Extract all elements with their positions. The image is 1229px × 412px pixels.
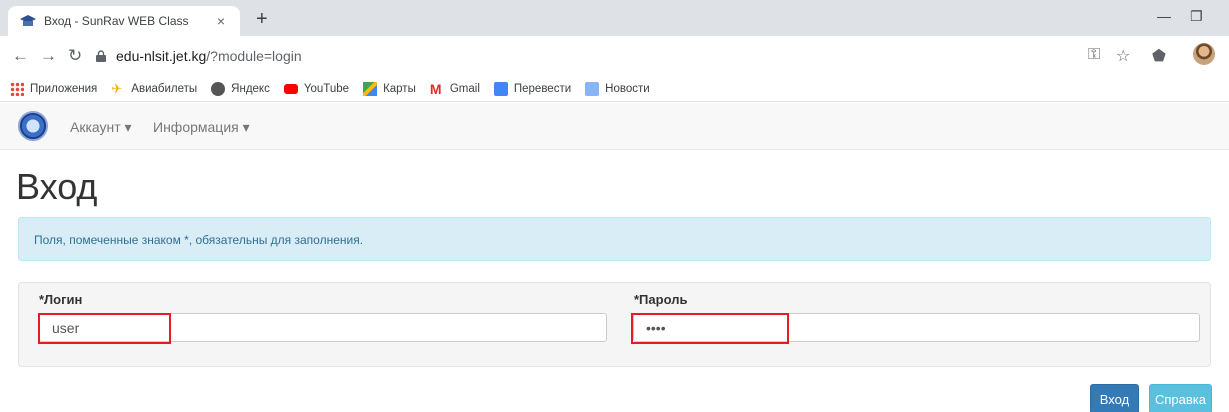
graduation-cap-icon — [20, 15, 36, 26]
bookmark-item[interactable]: YouTube — [283, 82, 350, 95]
gmail-icon: M — [429, 80, 442, 97]
bookmark-item[interactable]: Новости — [585, 81, 650, 96]
bookmark-item[interactable]: Карты — [363, 81, 416, 96]
url-host: edu-nlsit.jet.kg — [116, 48, 207, 64]
bookmark-item[interactable]: Яндекс — [211, 81, 270, 96]
lock-icon — [96, 50, 106, 62]
site-navbar: Аккаунт ▾ Информация ▾ — [0, 103, 1229, 150]
plane-icon: ✈ — [111, 80, 123, 96]
profile-avatar[interactable] — [1193, 43, 1215, 65]
bookmarks-bar: Приложения ✈ Авиабилеты Яндекс YouTube К… — [0, 76, 1229, 102]
site-logo[interactable] — [18, 111, 48, 141]
bookmark-label: Новости — [605, 82, 650, 95]
bookmark-label: Перевести — [513, 82, 572, 95]
tab-close-icon[interactable]: × — [212, 13, 230, 29]
key-icon[interactable]: ⚿ — [1088, 46, 1100, 64]
login-label: *Логин — [39, 292, 83, 307]
yandex-icon — [211, 81, 226, 96]
password-label: *Пароль — [634, 292, 688, 307]
star-icon[interactable]: ☆ — [1116, 46, 1130, 66]
translate-icon — [493, 81, 508, 96]
bookmark-label: Авиабилеты — [131, 82, 198, 95]
page-title: Вход — [16, 166, 98, 207]
browser-tab-strip: Вход - SunRav WEB Class × + — ❐ — [0, 0, 1229, 36]
address-bar-row: ← → ↻ edu-nlsit.jet.kg/?module=login ⚿ ☆… — [0, 36, 1229, 76]
url-path: /?module=login — [206, 48, 302, 64]
bookmark-item[interactable]: ✈ Авиабилеты — [111, 80, 198, 96]
browser-tab[interactable]: Вход - SunRav WEB Class × — [8, 6, 240, 36]
bookmark-label: Яндекс — [231, 82, 270, 95]
bookmark-label: Gmail — [449, 82, 480, 95]
maps-icon — [363, 81, 378, 96]
extension-shield-icon[interactable]: ⬟ — [1152, 46, 1166, 66]
bookmark-label: Карты — [383, 82, 416, 95]
password-highlight-box — [631, 313, 789, 344]
bookmark-label: YouTube — [303, 82, 350, 95]
nav-info-dropdown[interactable]: Информация ▾ — [153, 119, 250, 136]
login-submit-button[interactable]: Вход — [1090, 384, 1139, 412]
login-highlight-box — [38, 313, 171, 344]
minimize-icon[interactable]: — — [1157, 8, 1171, 24]
back-arrow-icon[interactable]: ← — [12, 47, 29, 65]
help-button[interactable]: Справка — [1149, 384, 1212, 412]
news-icon — [585, 81, 600, 96]
bookmark-item[interactable]: Перевести — [493, 81, 572, 96]
apps-grid-icon — [10, 81, 24, 96]
reload-icon[interactable]: ↻ — [68, 47, 82, 65]
forward-arrow-icon[interactable]: → — [40, 47, 57, 65]
bookmark-item[interactable]: M Gmail — [430, 82, 480, 96]
youtube-icon — [283, 83, 298, 94]
required-fields-notice: Поля, помеченные знаком *, обязательны д… — [18, 217, 1211, 261]
restore-icon[interactable]: ❐ — [1190, 8, 1203, 25]
tab-title: Вход - SunRav WEB Class — [44, 14, 189, 28]
bookmark-item[interactable]: Приложения — [10, 81, 98, 96]
new-tab-button[interactable]: + — [256, 9, 268, 29]
url-input[interactable]: edu-nlsit.jet.kg/?module=login — [96, 42, 1186, 70]
nav-account-dropdown[interactable]: Аккаунт ▾ — [70, 119, 132, 136]
url-text: edu-nlsit.jet.kg/?module=login — [116, 48, 302, 64]
bookmark-label: Приложения — [30, 82, 98, 95]
